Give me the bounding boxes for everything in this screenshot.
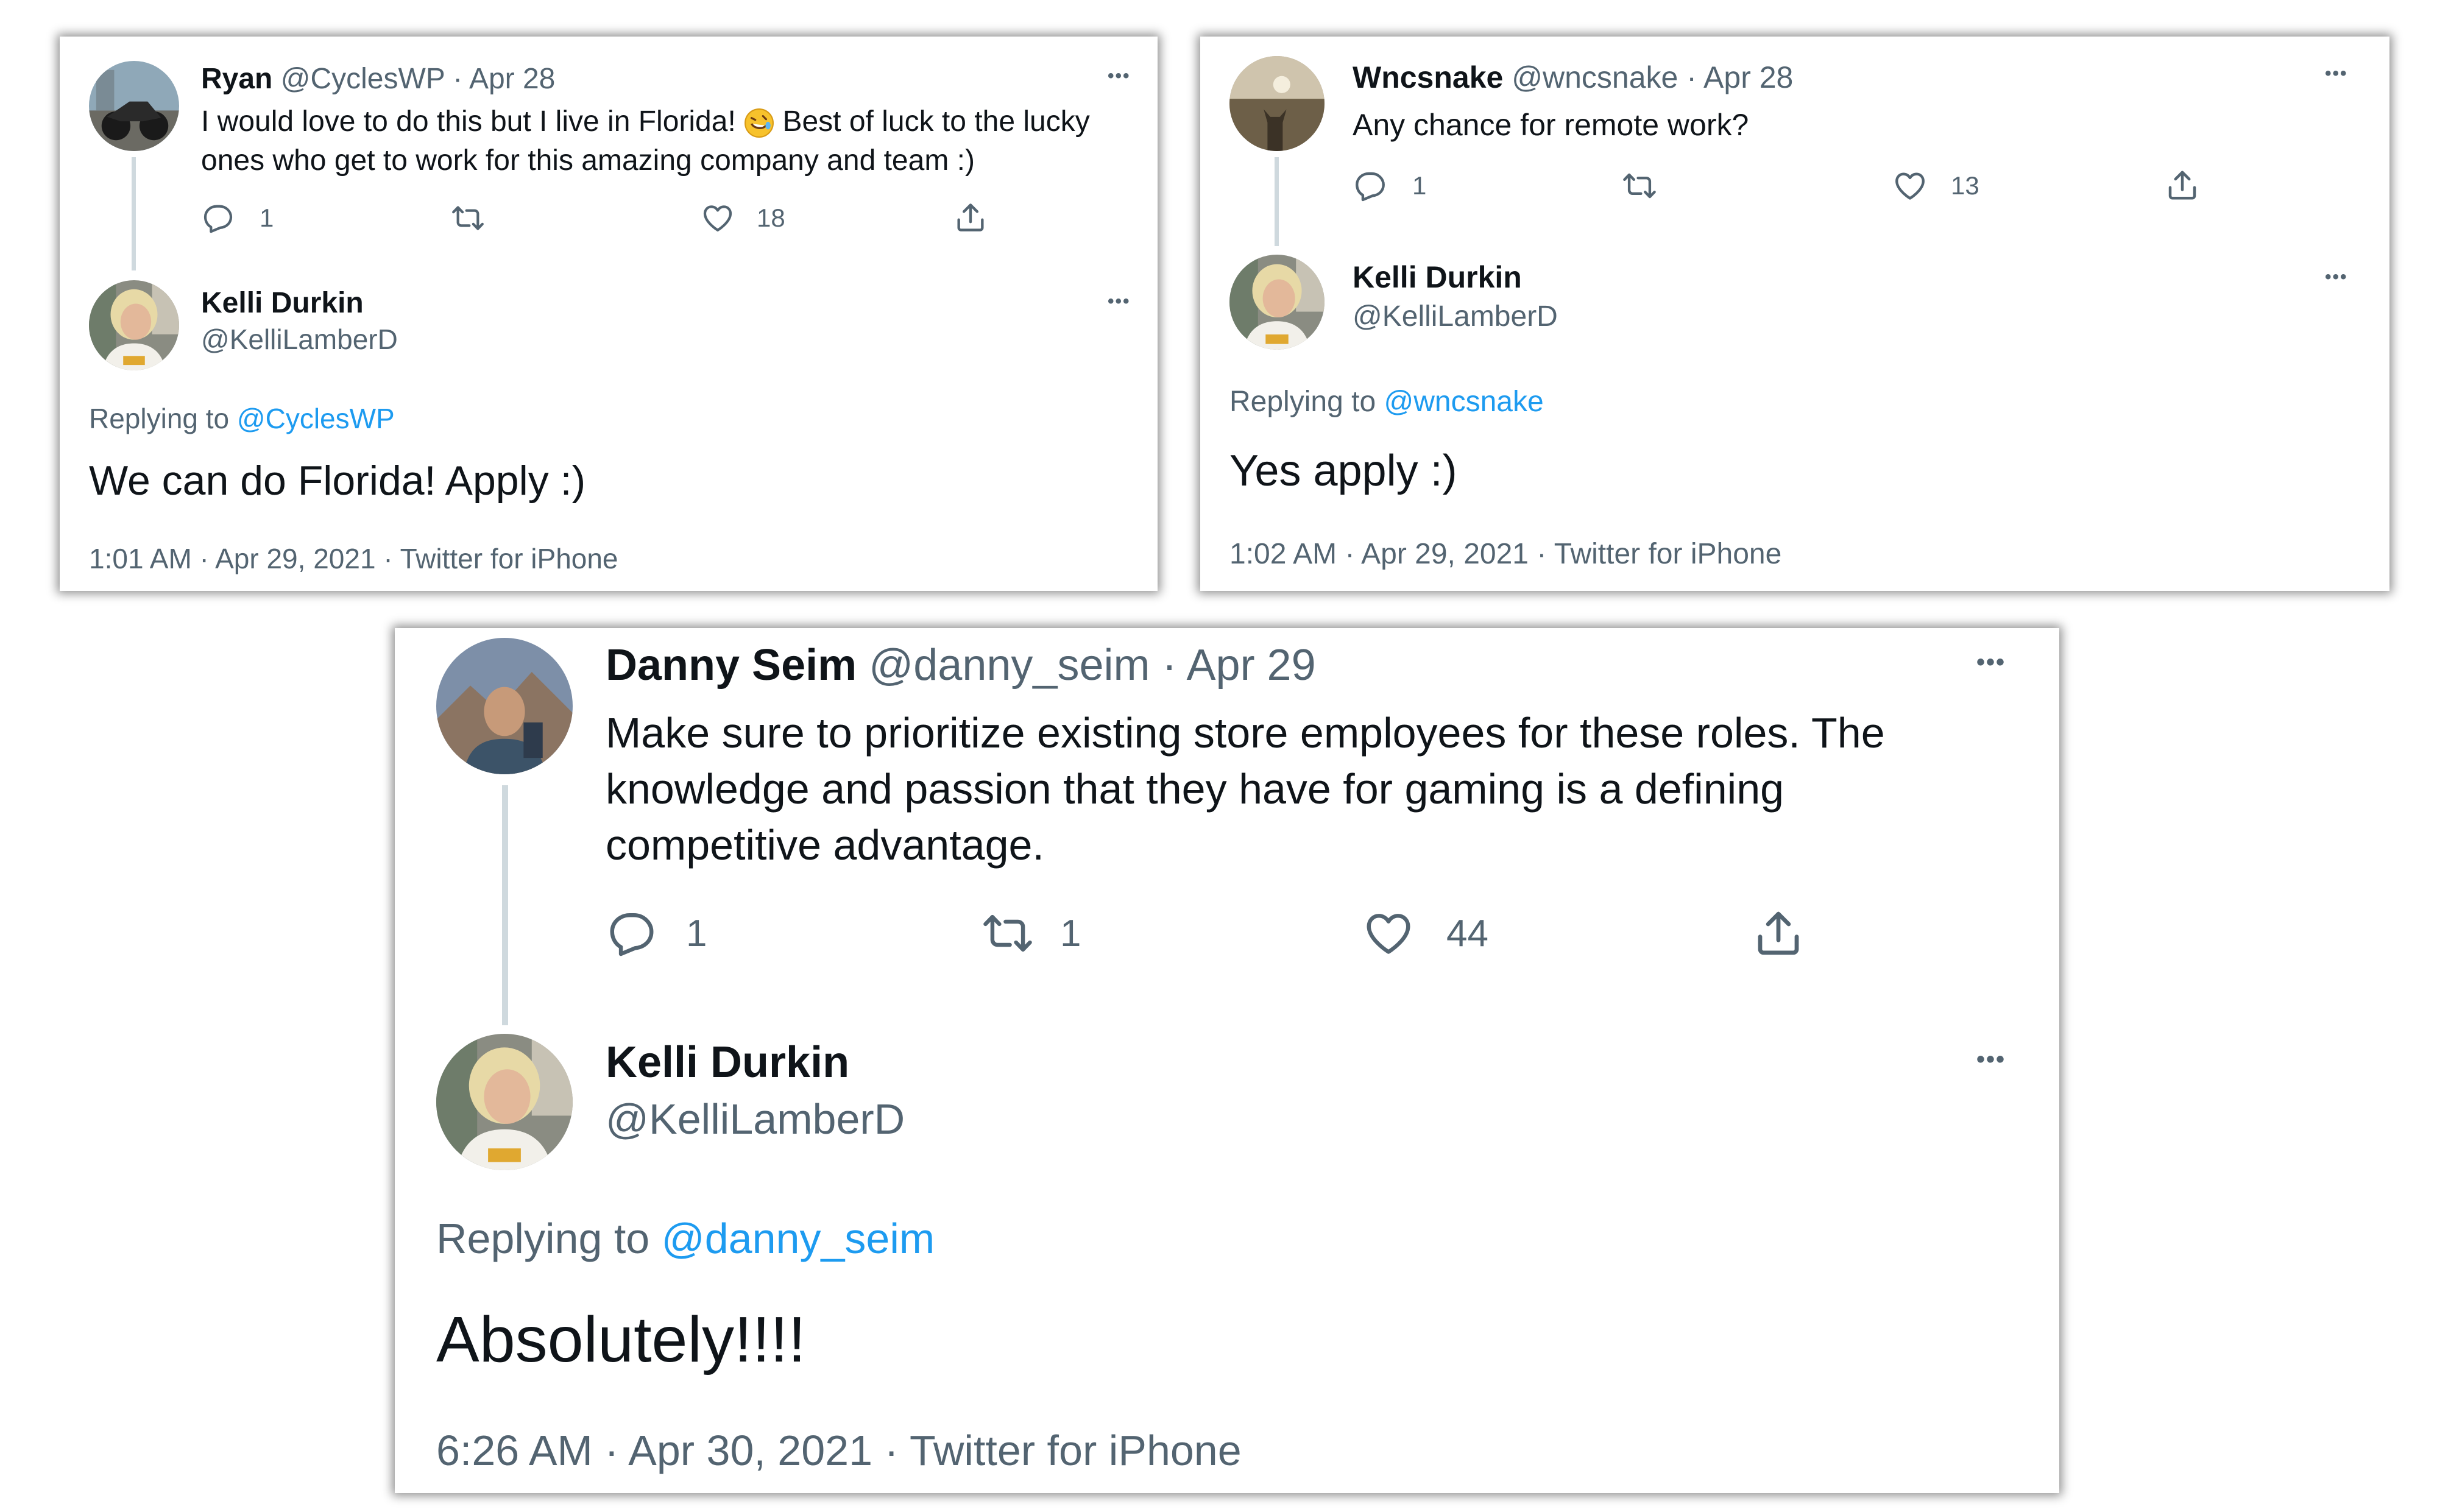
replying-to-label: Replying to	[1229, 386, 1376, 418]
share-button[interactable]	[2164, 167, 2201, 203]
like-button[interactable]: 18	[701, 201, 785, 235]
like-count: 13	[1951, 171, 1979, 200]
tweet-text: Any chance for remote work?	[1353, 108, 1749, 142]
tweet-header: Danny Seim @danny_seim · Apr 29	[606, 640, 1316, 690]
tweet-text: ones who get to work for this amazing co…	[201, 144, 975, 177]
share-icon	[1751, 906, 1806, 961]
reply-icon	[606, 907, 658, 959]
author-name[interactable]: Danny Seim	[606, 641, 857, 690]
reply-count: 1	[1412, 171, 1427, 200]
tweet-card-danny-seim: Danny Seim @danny_seim · Apr 29 ••• Make…	[395, 628, 2059, 1493]
tweet-text: Best of luck to the lucky	[782, 105, 1090, 138]
reply-button[interactable]: 1	[201, 201, 274, 235]
more-options-icon[interactable]: •••	[1976, 1046, 2006, 1073]
like-count: 44	[1446, 912, 1488, 955]
more-options-icon[interactable]: •••	[1108, 291, 1131, 312]
like-button[interactable]: 13	[1892, 168, 1979, 203]
tweet-text-line-3: competitive advantage.	[606, 821, 1044, 869]
reply-button[interactable]: 1	[1353, 168, 1426, 203]
tweet-text-line-2: knowledge and passion that they have for…	[606, 765, 1784, 813]
share-button[interactable]	[953, 200, 988, 235]
tweet-date[interactable]: · Apr 28	[453, 63, 555, 95]
heart-icon	[1362, 907, 1415, 959]
avatar-danny-seim[interactable]	[436, 638, 573, 774]
replying-to-handle-link[interactable]: @danny_seim	[662, 1215, 935, 1262]
retweet-button[interactable]	[450, 201, 504, 235]
reply-count: 1	[686, 912, 707, 955]
replying-to-handle-link[interactable]: @CyclesWP	[237, 403, 395, 434]
tweet-card-wncsnake: Wncsnake @wncsnake · Apr 28 ••• Any chan…	[1200, 37, 2389, 591]
reply-author-handle[interactable]: @KelliLamberD	[1353, 300, 1558, 333]
tweet-date[interactable]: · Apr 28	[1686, 60, 1793, 94]
reply-timestamp[interactable]: 1:01 AM · Apr 29, 2021 · Twitter for iPh…	[89, 542, 618, 575]
share-button[interactable]	[1751, 906, 1806, 961]
more-options-icon[interactable]: •••	[2325, 267, 2348, 288]
thread-line	[1275, 157, 1279, 246]
tweet-text-line-1: Make sure to prioritize existing store e…	[606, 709, 1885, 757]
reply-author-name[interactable]: Kelli Durkin	[606, 1037, 849, 1087]
reply-text: Absolutely!!!!	[436, 1304, 806, 1376]
retweet-count: 1	[1060, 912, 1081, 955]
tweet-text-line: I would love to do this but I live in Fl…	[201, 105, 1090, 138]
reply-count: 1	[260, 203, 274, 232]
avatar-kelli-durkin[interactable]	[1229, 255, 1325, 350]
reply-text: Yes apply :)	[1229, 447, 1457, 495]
replying-to-label: Replying to	[436, 1215, 650, 1262]
retweet-icon	[1621, 168, 1658, 203]
share-icon	[953, 200, 988, 235]
replying-to: Replying to @CyclesWP	[89, 402, 395, 435]
heart-icon	[701, 201, 735, 235]
share-icon	[2164, 167, 2201, 203]
retweet-icon	[450, 201, 486, 235]
reply-button[interactable]: 1	[606, 907, 707, 959]
tweet-header: Ryan @CyclesWP · Apr 28	[201, 62, 555, 96]
replying-to-handle-link[interactable]: @wncsnake	[1384, 386, 1543, 418]
author-handle[interactable]: @danny_seim	[869, 641, 1150, 690]
retweet-icon	[980, 907, 1036, 959]
thread-line	[132, 157, 136, 270]
more-options-icon[interactable]: •••	[1108, 66, 1131, 87]
author-name[interactable]: Ryan	[201, 63, 272, 95]
retweet-button[interactable]: 1	[980, 907, 1081, 959]
avatar-kelli-durkin[interactable]	[89, 280, 179, 370]
retweet-button[interactable]	[1621, 168, 1677, 203]
replying-to: Replying to @danny_seim	[436, 1214, 935, 1263]
avatar-kelli-durkin[interactable]	[436, 1034, 573, 1170]
reply-timestamp[interactable]: 6:26 AM · Apr 30, 2021 · Twitter for iPh…	[436, 1426, 1242, 1475]
tweet-date[interactable]: · Apr 29	[1162, 641, 1316, 690]
replying-to-label: Replying to	[89, 403, 230, 434]
more-options-icon[interactable]: •••	[2325, 63, 2348, 84]
heart-icon	[1892, 168, 1928, 203]
like-count: 18	[757, 203, 785, 232]
rolling-on-floor-laughing-emoji-icon	[744, 108, 774, 138]
reply-author-name[interactable]: Kelli Durkin	[1353, 260, 1522, 295]
replying-to: Replying to @wncsnake	[1229, 385, 1544, 419]
author-handle[interactable]: @wncsnake	[1512, 60, 1678, 94]
thread-line	[502, 785, 508, 1025]
reply-author-handle[interactable]: @KelliLamberD	[201, 323, 398, 356]
tweet-header: Wncsnake @wncsnake · Apr 28	[1353, 60, 1793, 95]
author-handle[interactable]: @CyclesWP	[281, 63, 445, 95]
reply-icon	[201, 201, 235, 235]
reply-text: We can do Florida! Apply :)	[89, 457, 586, 504]
like-button[interactable]: 44	[1362, 907, 1488, 959]
more-options-icon[interactable]: •••	[1976, 649, 2006, 676]
reply-icon	[1353, 168, 1388, 203]
tweet-text: I would love to do this but I live in Fl…	[201, 105, 736, 138]
tweet-card-cycleswp: Ryan @CyclesWP · Apr 28 ••• I would love…	[60, 37, 1158, 591]
avatar-ryan[interactable]	[89, 61, 179, 151]
reply-timestamp[interactable]: 1:02 AM · Apr 29, 2021 · Twitter for iPh…	[1229, 537, 1781, 571]
reply-author-name[interactable]: Kelli Durkin	[201, 286, 364, 320]
reply-author-handle[interactable]: @KelliLamberD	[606, 1095, 905, 1143]
avatar-wncsnake[interactable]	[1229, 56, 1325, 151]
author-name[interactable]: Wncsnake	[1353, 60, 1503, 94]
